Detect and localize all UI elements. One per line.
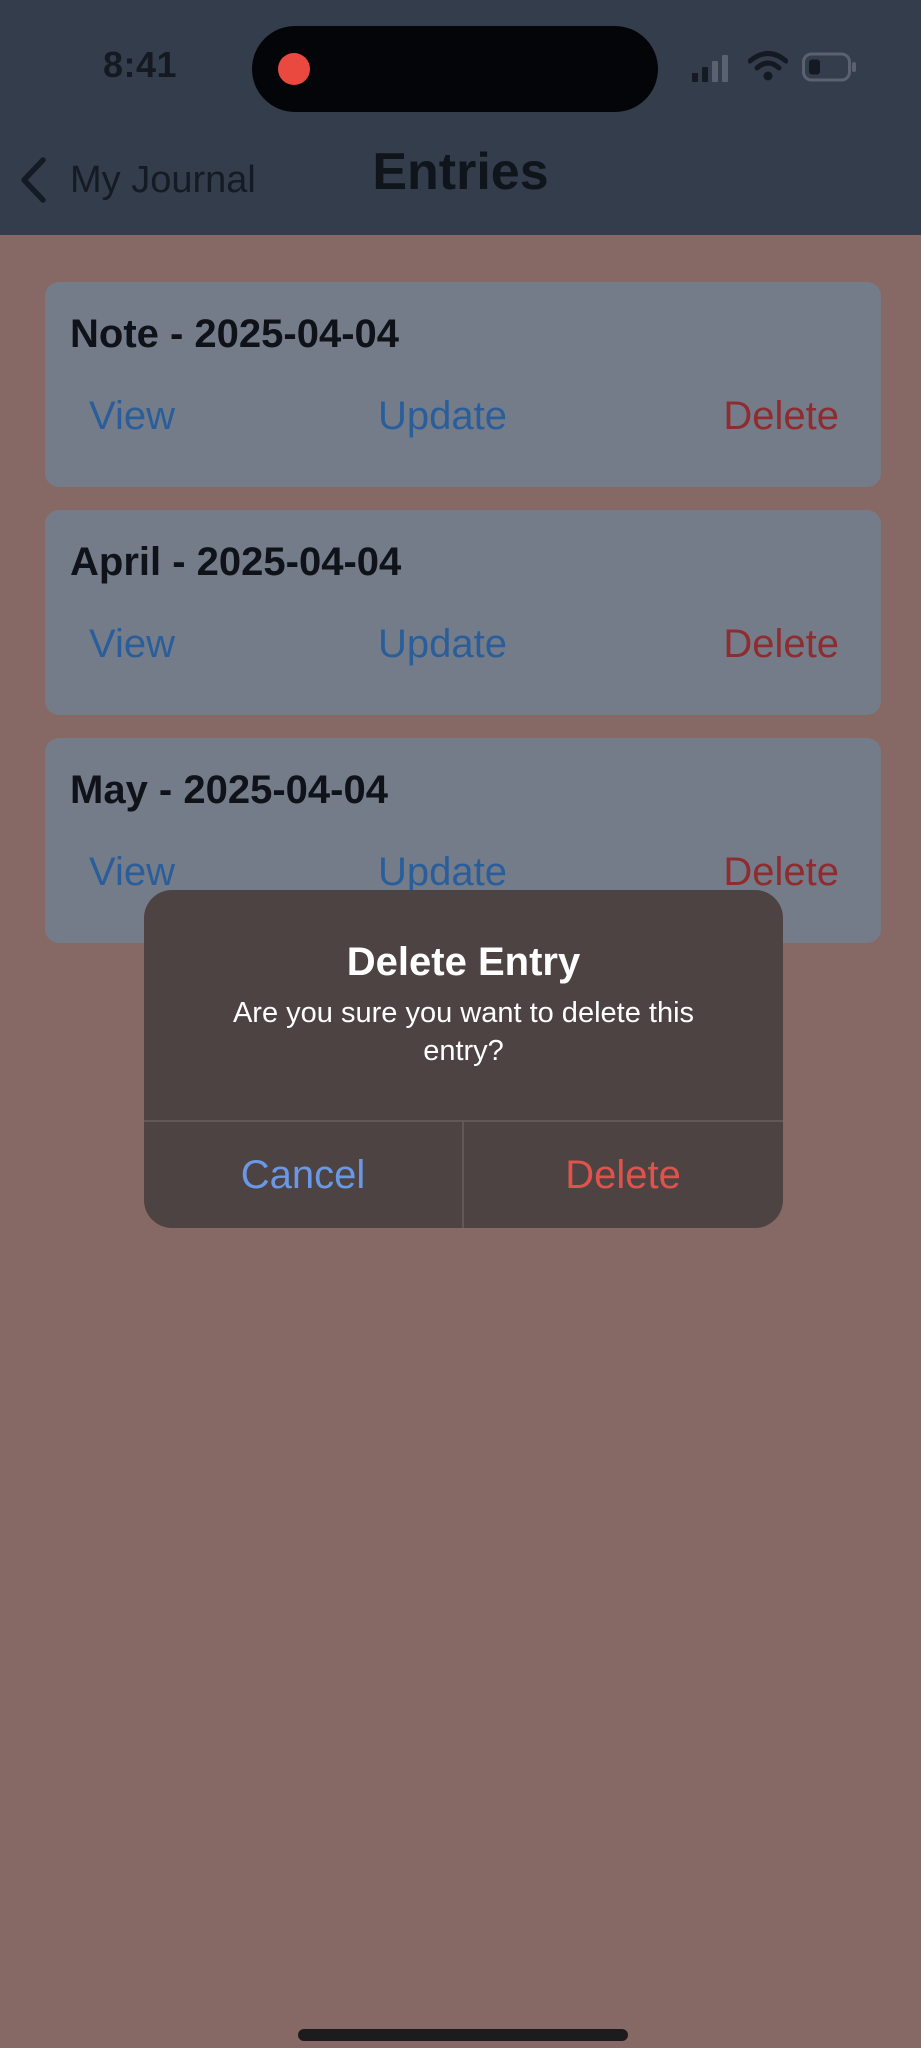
delete-button[interactable]: Delete bbox=[723, 394, 839, 439]
recording-indicator-icon bbox=[278, 53, 310, 85]
wifi-icon bbox=[748, 51, 788, 81]
entry-card: Note - 2025-04-04 View Update Delete bbox=[45, 282, 881, 487]
entry-title: Note - 2025-04-04 bbox=[70, 312, 400, 356]
entry-title: April - 2025-04-04 bbox=[70, 540, 402, 584]
page-title: Entries bbox=[372, 143, 549, 201]
status-time: 8:41 bbox=[103, 44, 178, 85]
delete-button[interactable]: Delete bbox=[723, 622, 839, 667]
update-button[interactable]: Update bbox=[378, 394, 507, 439]
delete-confirmation-alert: Delete Entry Are you sure you want to de… bbox=[144, 890, 783, 1228]
entry-title: May - 2025-04-04 bbox=[70, 768, 388, 812]
home-indicator[interactable] bbox=[298, 2029, 628, 2041]
update-button[interactable]: Update bbox=[378, 850, 507, 895]
update-button[interactable]: Update bbox=[378, 622, 507, 667]
view-button[interactable]: View bbox=[89, 622, 175, 667]
cancel-button[interactable]: Cancel bbox=[144, 1122, 462, 1228]
battery-icon bbox=[802, 52, 856, 82]
view-button[interactable]: View bbox=[89, 394, 175, 439]
alert-title: Delete Entry bbox=[346, 940, 581, 984]
top-bar: 8:41 My Journal Entries bbox=[0, 0, 921, 235]
entry-card: April - 2025-04-04 View Update Delete bbox=[45, 510, 881, 715]
signal-icon bbox=[692, 54, 728, 82]
view-button[interactable]: View bbox=[89, 850, 175, 895]
dynamic-island bbox=[252, 26, 658, 112]
alert-message: Are you sure you want to delete this ent… bbox=[232, 997, 695, 1067]
delete-button[interactable]: Delete bbox=[723, 850, 839, 895]
confirm-delete-button[interactable]: Delete bbox=[464, 1122, 782, 1228]
